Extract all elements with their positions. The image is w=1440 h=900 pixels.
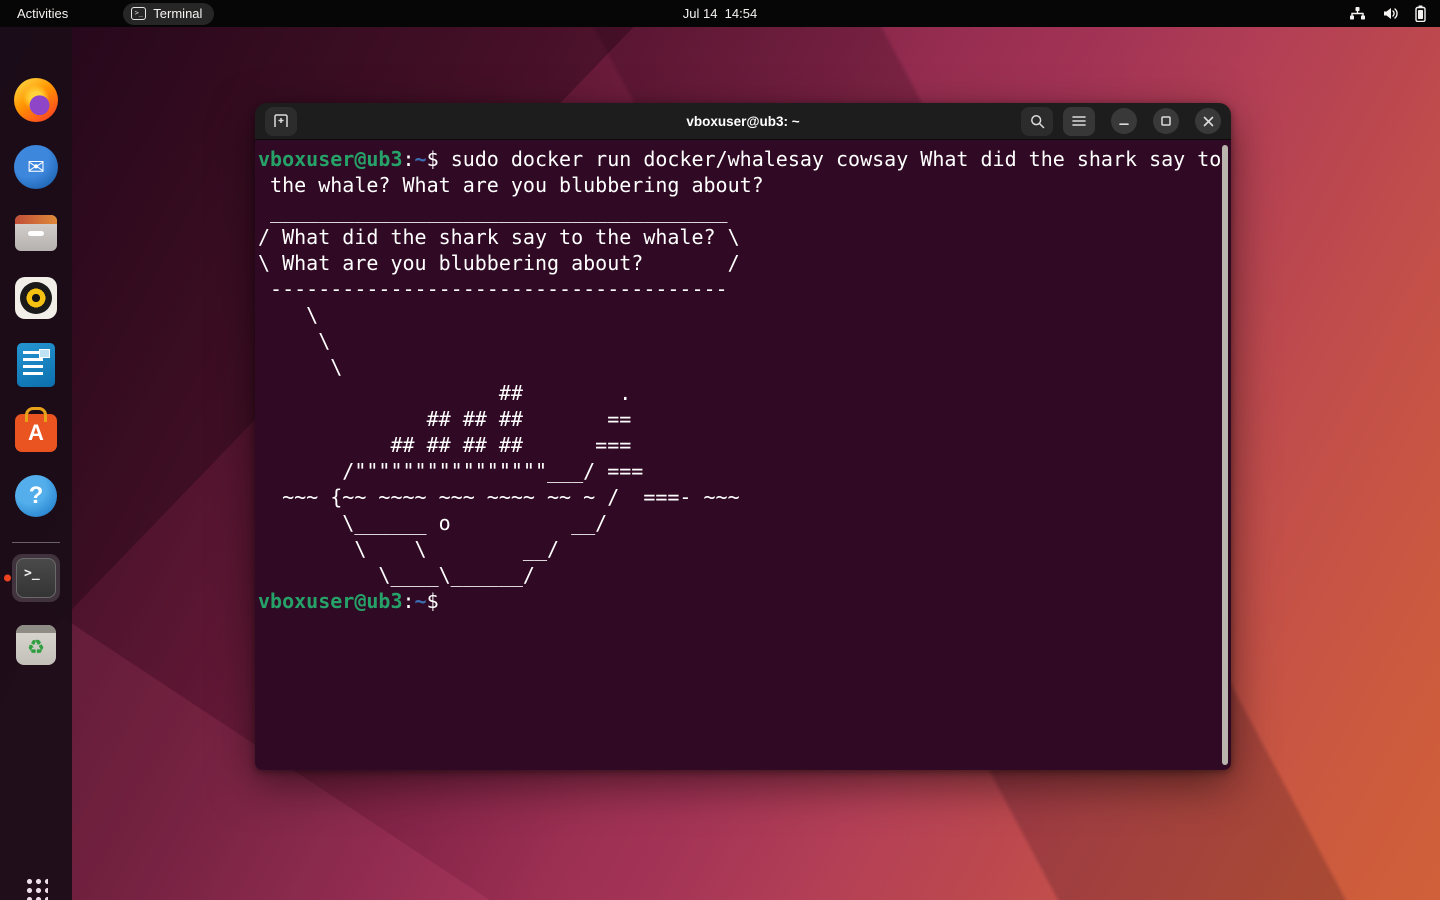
ubuntu-software-icon: A <box>15 413 57 452</box>
terminal-output-line: -------------------------------------- <box>258 277 728 301</box>
focused-app-button[interactable]: >_ Terminal <box>123 2 215 25</box>
new-tab-button[interactable] <box>265 106 297 136</box>
files-icon <box>15 215 57 251</box>
dock-item-files[interactable] <box>12 209 60 257</box>
dock-item-help[interactable]: ? <box>12 472 60 520</box>
battery-icon <box>1415 5 1426 22</box>
terminal-output-line: / What did the shark say to the whale? \ <box>258 225 740 249</box>
dock-item-terminal[interactable]: >_ <box>4 554 60 602</box>
terminal-output-line: /""""""""""""""""___/ === <box>258 459 644 483</box>
maximize-button[interactable] <box>1153 108 1179 134</box>
terminal-output-line: ______________________________________ <box>258 199 728 223</box>
terminal-output-line: \ <box>258 355 343 379</box>
terminal-output-line: \ What are you blubbering about? / <box>258 251 740 275</box>
terminal-output[interactable]: vboxuser@ub3:~$ sudo docker run docker/w… <box>255 140 1231 770</box>
rhythmbox-icon <box>15 277 57 319</box>
terminal-output-line: \____\______/ <box>258 563 535 587</box>
terminal-window: vboxuser@ub3: ~ vboxuser@ub3:~$ sudo doc… <box>255 103 1231 770</box>
dock-separator <box>12 542 60 543</box>
menu-button[interactable] <box>1063 106 1095 136</box>
terminal-scrollbar[interactable] <box>1222 145 1228 765</box>
focused-app-label: Terminal <box>153 6 203 21</box>
dock-item-firefox[interactable] <box>12 76 60 124</box>
terminal-output-line: ## ## ## ## === <box>258 433 632 457</box>
window-title: vboxuser@ub3: ~ <box>686 113 800 129</box>
clock-button[interactable]: Jul 14 14:54 <box>683 6 757 21</box>
dock-item-ubuntu-software[interactable]: A <box>12 406 60 454</box>
terminal-output-line: \ \ __/ <box>258 537 560 561</box>
firefox-icon <box>14 78 58 122</box>
activities-button[interactable]: Activities <box>17 6 68 21</box>
terminal-output-line: ~~~ {~~ ~~~~ ~~~ ~~~~ ~~ ~ / ===- ~~~ <box>258 485 740 509</box>
dock-item-rhythmbox[interactable] <box>12 274 60 322</box>
terminal-titlebar[interactable]: vboxuser@ub3: ~ <box>255 103 1231 140</box>
trash-icon: ♻ <box>16 625 56 665</box>
volume-icon <box>1384 8 1398 19</box>
libreoffice-writer-icon <box>17 343 55 387</box>
terminal-output-line: ## . <box>258 381 632 405</box>
terminal-output-line: ## ## ## == <box>258 407 632 431</box>
dock-item-thunderbird[interactable]: ✉ <box>12 143 60 191</box>
thunderbird-icon: ✉ <box>14 145 58 189</box>
help-icon: ? <box>15 475 57 517</box>
terminal-output-line: the whale? What are you blubbering about… <box>258 173 764 197</box>
terminal-prompt-line: vboxuser@ub3:~$ sudo docker run docker/w… <box>258 147 1222 171</box>
search-button[interactable] <box>1021 106 1053 136</box>
terminal-app-icon: >_ <box>16 558 56 598</box>
close-button[interactable] <box>1195 108 1221 134</box>
terminal-output-line: \ <box>258 329 331 353</box>
running-indicator-dot <box>4 574 11 582</box>
terminal-icon: >_ <box>131 7 147 20</box>
system-tray[interactable] <box>1349 0 1426 27</box>
show-applications-grid-icon <box>24 876 48 900</box>
network-icon <box>1350 7 1365 20</box>
dock-item-trash[interactable]: ♻ <box>12 621 60 669</box>
dock: ✉ A ? >_ ♻ <box>0 27 72 900</box>
terminal-output-line: \ <box>258 303 319 327</box>
terminal-output-line: \______ o __/ <box>258 511 608 535</box>
show-applications-button[interactable] <box>12 864 60 900</box>
minimize-button[interactable] <box>1111 108 1137 134</box>
dock-item-libreoffice-writer[interactable] <box>12 341 60 389</box>
terminal-prompt-line: vboxuser@ub3:~$ <box>258 589 451 613</box>
top-bar: Activities >_ Terminal Jul 14 14:54 <box>0 0 1440 27</box>
